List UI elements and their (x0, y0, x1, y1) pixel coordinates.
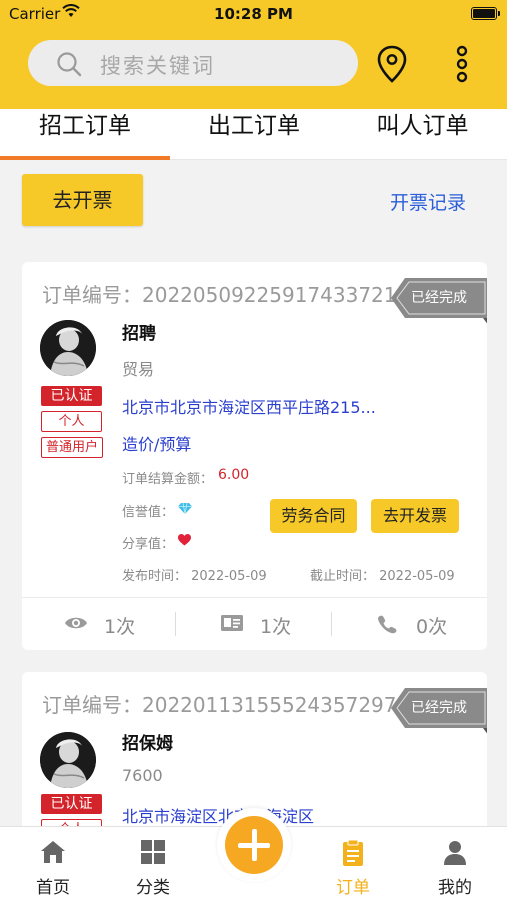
battery-icon (471, 7, 500, 20)
verified-badge: 已认证 (41, 386, 102, 406)
deadline-date: 截止时间： 2022-05-09 (310, 569, 455, 584)
user-type-badge: 普通用户 (41, 437, 103, 458)
credit-label: 信誉值： (122, 505, 175, 520)
amount-label: 订单结算金额： (122, 472, 214, 487)
invoice-records-link[interactable]: 开票记录 (390, 188, 466, 215)
tabbar-category[interactable]: 分类 (113, 827, 193, 900)
status-bar: Carrier 10:28 PM (0, 0, 507, 30)
price-type: 造价/预算 (122, 435, 192, 454)
personal-badge: 个人 (41, 411, 102, 432)
id-card-icon (221, 615, 243, 631)
status-label: 已经完成 (411, 700, 467, 716)
tabbar-orders[interactable]: 订单 (313, 827, 393, 900)
plus-icon (225, 816, 283, 874)
order-address: 北京市海淀区北京市海淀区 (122, 807, 315, 826)
eye-icon (65, 617, 87, 629)
order-salary: 7600 (122, 766, 163, 785)
publish-button[interactable] (217, 808, 291, 882)
order-address: 北京市北京市海淀区西平庄路215... (122, 398, 376, 417)
clock: 10:28 PM (214, 5, 293, 23)
active-tab-indicator (0, 156, 170, 160)
labor-contract-button[interactable]: 劳务合同 (270, 499, 357, 533)
tabbar-home[interactable]: 首页 (13, 827, 93, 900)
publish-date: 发布时间： 2022-05-09 (122, 569, 267, 584)
search-input[interactable]: 搜索关键词 (28, 40, 358, 86)
more-vertical-icon[interactable] (448, 44, 476, 84)
order-number: 订单编号：20220113155524357297 (42, 693, 397, 717)
avatar (40, 732, 96, 788)
issue-invoice-button[interactable]: 去开发票 (371, 499, 459, 533)
tab-work-orders[interactable]: 出工订单 (170, 109, 338, 160)
share-label: 分享值： (122, 537, 175, 552)
tabbar-category-label: 分类 (136, 878, 170, 898)
location-pin-icon[interactable] (375, 44, 409, 84)
views-count: 1次 (104, 616, 136, 638)
stats-divider (22, 597, 487, 598)
clipboard-icon (343, 839, 363, 866)
status-label: 已经完成 (411, 290, 467, 306)
avatar (40, 320, 96, 376)
amount-value: 6.00 (218, 467, 250, 483)
cards-stat: 1次 (220, 612, 320, 638)
stat-separator (175, 612, 176, 636)
order-industry: 贸易 (122, 360, 155, 379)
tabbar-home-label: 首页 (36, 878, 70, 898)
grid-icon (141, 840, 165, 864)
calls-stat: 0次 (376, 612, 476, 638)
home-icon (41, 841, 65, 863)
tabbar-profile[interactable]: 我的 (415, 827, 495, 900)
header: Carrier 10:28 PM 搜索关键词 (0, 0, 507, 109)
search-placeholder: 搜索关键词 (100, 54, 215, 78)
order-title: 招保姆 (122, 734, 173, 754)
stat-separator (331, 612, 332, 636)
status-ribbon: 已经完成 (391, 274, 487, 326)
order-number: 订单编号：20220509225917433721 (42, 283, 397, 307)
diamond-icon (178, 502, 192, 514)
search-icon (57, 52, 82, 77)
tabbar-profile-label: 我的 (438, 878, 472, 898)
tab-call-orders[interactable]: 叫人订单 (338, 109, 507, 160)
invoice-button[interactable]: 去开票 (22, 174, 143, 226)
phone-icon (377, 615, 397, 634)
user-icon (444, 841, 466, 865)
heart-icon (178, 534, 191, 546)
calls-count: 0次 (416, 616, 448, 638)
views-stat: 1次 (64, 612, 164, 638)
cards-count: 1次 (260, 616, 292, 638)
order-card[interactable]: 订单编号：20220509225917433721 已经完成 已认证 个人 普通… (22, 262, 487, 650)
order-title: 招聘 (122, 324, 156, 344)
verified-badge: 已认证 (41, 794, 102, 814)
tab-recruit-orders[interactable]: 招工订单 (0, 109, 170, 160)
tabbar-orders-label: 订单 (336, 878, 370, 898)
order-tabs: 招工订单 出工订单 叫人订单 (0, 109, 507, 160)
status-ribbon: 已经完成 (391, 684, 487, 736)
